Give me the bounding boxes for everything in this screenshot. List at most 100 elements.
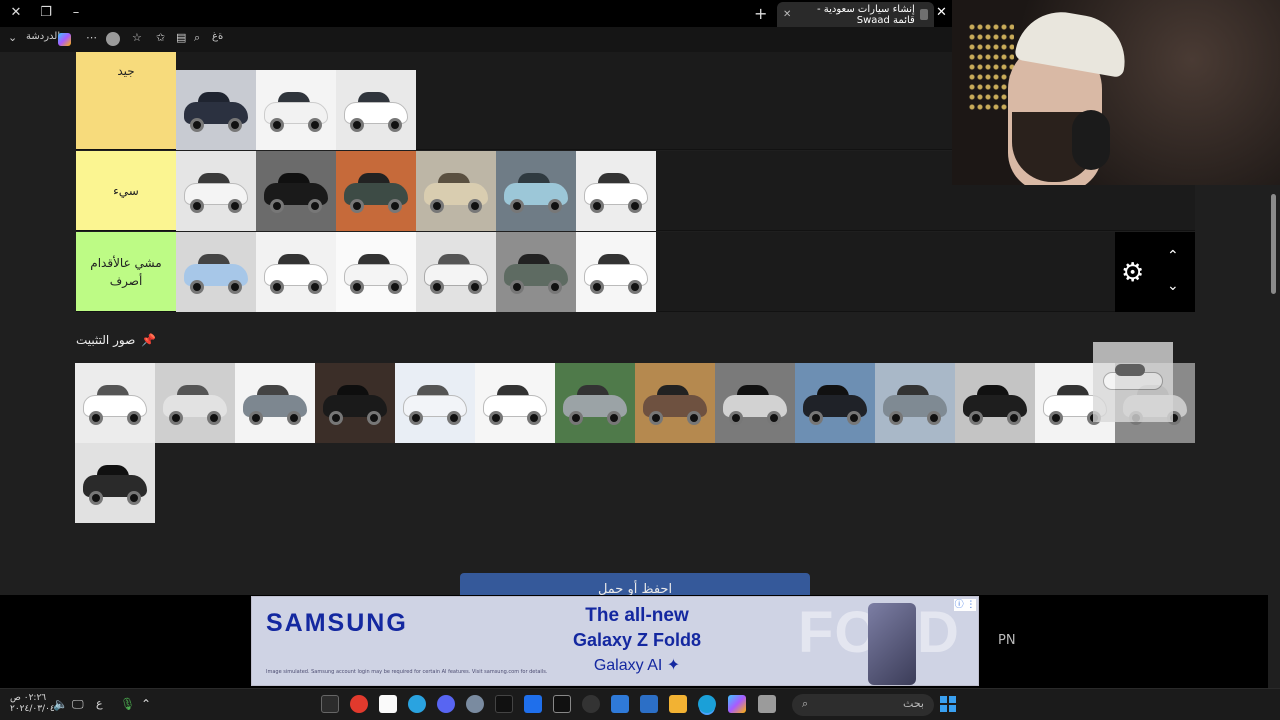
discord-icon[interactable]: [437, 695, 455, 713]
chevron-down-icon[interactable]: ⌄: [8, 31, 17, 44]
clock-time: ٠٢:٢٦ ص: [10, 693, 47, 703]
tier-cars: [176, 232, 656, 312]
car-image[interactable]: [336, 232, 416, 312]
app-red-icon[interactable]: [350, 695, 368, 713]
language-indicator[interactable]: ع: [96, 697, 114, 715]
store-icon[interactable]: [611, 695, 629, 713]
volume-icon[interactable]: 🔈: [53, 697, 71, 715]
new-tab-button[interactable]: +: [754, 4, 767, 23]
app-hex-icon[interactable]: [582, 695, 600, 713]
car-image[interactable]: [395, 363, 475, 443]
ad-phone-image: [868, 603, 916, 685]
task-view-icon[interactable]: [758, 695, 776, 713]
dragged-car-image[interactable]: [1093, 342, 1173, 422]
terminal-icon[interactable]: [321, 695, 339, 713]
tier-cars: [176, 151, 656, 231]
car-image[interactable]: [715, 363, 795, 443]
car-image[interactable]: [315, 363, 395, 443]
close-browser-icon[interactable]: ✕: [936, 5, 947, 20]
chevron-up-icon[interactable]: ⌃: [1167, 248, 1179, 264]
car-image[interactable]: [555, 363, 635, 443]
scrollbar-thumb[interactable]: [1271, 194, 1276, 294]
car-image[interactable]: [576, 151, 656, 231]
app-blue-icon[interactable]: [524, 695, 542, 713]
window-minimize-icon[interactable]: –: [68, 5, 84, 21]
ad-headline-2: Galaxy Z Fold8: [572, 630, 702, 650]
car-image[interactable]: [875, 363, 955, 443]
copilot-icon[interactable]: [58, 33, 71, 46]
car-image[interactable]: [256, 70, 336, 150]
pinned-title-text: صور التثبيت: [76, 333, 136, 347]
pin-icon: 📌: [141, 333, 157, 347]
chevron-down-icon[interactable]: ⌄: [1167, 278, 1179, 294]
samsung-ad-banner[interactable]: SAMSUNG FOLD The all-new Galaxy Z Fold8 …: [251, 596, 979, 686]
car-image[interactable]: [576, 232, 656, 312]
car-image[interactable]: [475, 363, 555, 443]
car-image[interactable]: [176, 70, 256, 150]
favorites-icon[interactable]: ☆: [132, 31, 142, 44]
add-favorite-icon[interactable]: ✩: [156, 31, 165, 44]
window-restore-icon[interactable]: ❐: [38, 5, 54, 21]
gear-icon[interactable]: ⚙: [1121, 258, 1144, 288]
tray-chevron-icon[interactable]: ⌃: [141, 697, 159, 715]
app-ctrl-icon[interactable]: [553, 695, 571, 713]
car-image[interactable]: [416, 232, 496, 312]
ad-fine-print: Image simulated. Samsung account login m…: [266, 669, 548, 675]
car-image[interactable]: [176, 151, 256, 231]
car-image[interactable]: [336, 70, 416, 150]
save-or-download-button[interactable]: احفظ أو حمل: [460, 573, 810, 595]
window-close-icon[interactable]: ✕: [8, 5, 24, 21]
side-text: PN: [998, 633, 1016, 648]
zoom-icon[interactable]: ⌕: [194, 31, 200, 45]
windows-start-icon[interactable]: [940, 696, 956, 712]
file-explorer-icon[interactable]: [669, 695, 687, 713]
tiktok-icon[interactable]: [495, 695, 513, 713]
browser-title-bar: ✕ ❐ – + إنشاء سيارات سعودية - قائمة Swaa…: [0, 0, 952, 27]
reader-label[interactable]: ةغ: [212, 31, 223, 42]
windows-taskbar: ٠٢:٢٦ ص ٢٠٢٤/٠٣/٠٤ 🔈 🖵 ع 🎙 ⌃ بحث ⌕: [0, 688, 1280, 720]
profile-avatar[interactable]: [106, 32, 120, 46]
car-image[interactable]: [635, 363, 715, 443]
car-image[interactable]: [256, 232, 336, 312]
car-image[interactable]: [496, 151, 576, 231]
reader-icon[interactable]: ▤: [176, 31, 186, 44]
car-image[interactable]: [955, 363, 1035, 443]
more-icon[interactable]: ⋯: [86, 31, 97, 44]
tier-cars: [176, 70, 416, 150]
mail-icon[interactable]: [640, 695, 658, 713]
car-image[interactable]: [416, 151, 496, 231]
pinned-images-title: صور التثبيت 📌: [76, 333, 156, 347]
car-image[interactable]: [256, 151, 336, 231]
car-image[interactable]: [235, 363, 315, 443]
settings-icon[interactable]: [466, 695, 484, 713]
mic-icon[interactable]: 🎙: [120, 697, 138, 715]
car-image[interactable]: [155, 363, 235, 443]
car-image[interactable]: [75, 363, 155, 443]
browser-tab[interactable]: إنشاء سيارات سعودية - قائمة Swaad ✕: [777, 2, 934, 27]
tab-close-icon[interactable]: ✕: [783, 9, 791, 20]
tier-row-walk: مشي عالأقدام أصرف ⚙ ⌃ ⌄: [76, 232, 1195, 312]
browser-toolbar: ⌄ الدردشة ⋯ ☆ ✩ ▤ ⌕ ةغ: [0, 27, 952, 52]
telegram-icon[interactable]: [408, 695, 426, 713]
car-image[interactable]: [75, 443, 155, 523]
tier-controls: ⚙ ⌃ ⌄: [1115, 232, 1195, 312]
clock-date: ٢٠٢٤/٠٣/٠٤: [10, 704, 55, 714]
taskbar-search[interactable]: بحث ⌕: [792, 694, 934, 716]
edge-icon[interactable]: [698, 695, 716, 713]
car-image[interactable]: [336, 151, 416, 231]
search-placeholder: بحث: [903, 697, 924, 710]
car-image[interactable]: [795, 363, 875, 443]
tier-label[interactable]: جيد: [76, 52, 176, 149]
pinned-car-pool: [75, 363, 1195, 523]
ad-info-icon[interactable]: ⓘ ⋮: [954, 599, 976, 611]
chat-label[interactable]: الدردشة: [26, 31, 60, 42]
tier-label[interactable]: سيء: [76, 151, 176, 230]
headphones: [1072, 110, 1110, 170]
capcut-icon[interactable]: [379, 695, 397, 713]
network-icon[interactable]: 🖵: [72, 697, 90, 715]
car-image[interactable]: [496, 232, 576, 312]
tier-label[interactable]: مشي عالأقدام أصرف: [76, 232, 176, 311]
clock[interactable]: ٠٢:٢٦ ص ٢٠٢٤/٠٣/٠٤: [10, 693, 55, 715]
copilot-taskbar-icon[interactable]: [728, 695, 746, 713]
car-image[interactable]: [176, 232, 256, 312]
